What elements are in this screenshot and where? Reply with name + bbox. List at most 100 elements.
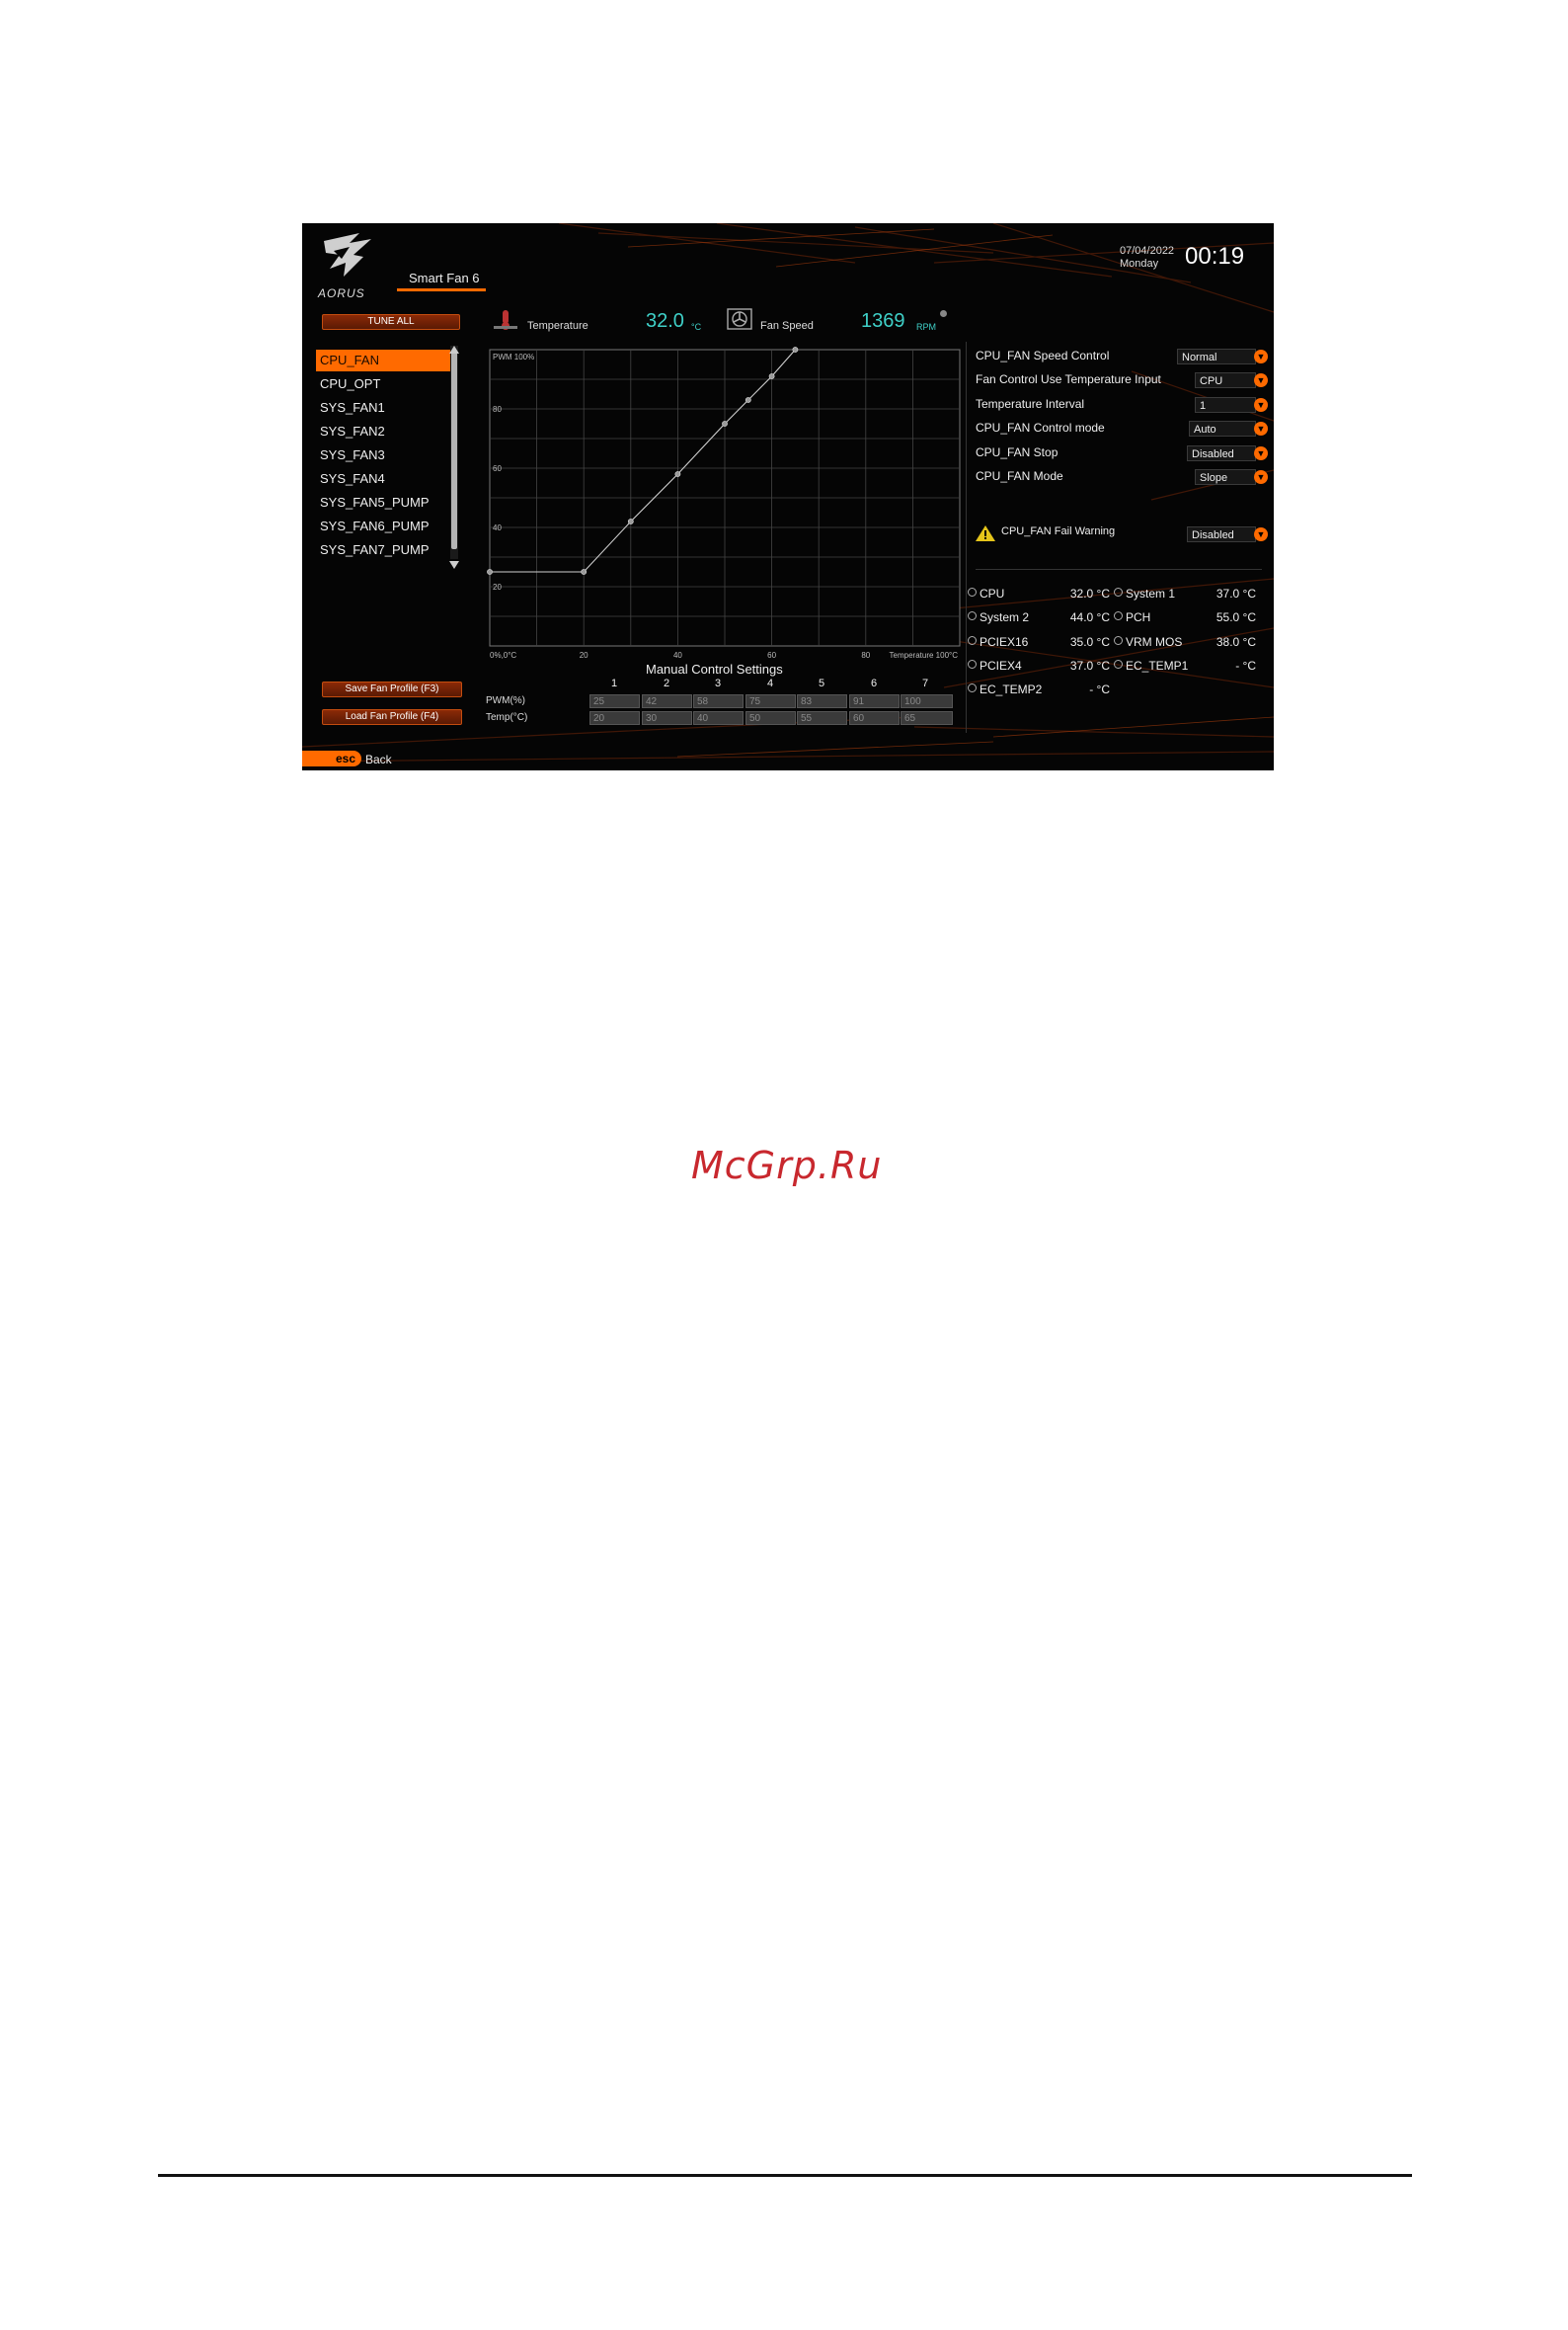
- pwm-cell-6[interactable]: 91: [849, 694, 900, 708]
- chevron-down-icon[interactable]: ▼: [1254, 398, 1268, 412]
- temp-row-label: Temp(°C): [486, 712, 528, 723]
- thermometer-icon: [1114, 611, 1123, 620]
- fan-mode-dropdown[interactable]: Slope: [1195, 469, 1256, 485]
- temperature-label: Temperature: [527, 320, 588, 332]
- fan-status-dot-icon: [940, 310, 947, 317]
- brand-wordmark: AORUS: [318, 286, 365, 300]
- col-header-3: 3: [714, 678, 722, 689]
- x-tick-label: Temperature 100°C: [890, 651, 959, 660]
- fan-item-sys-fan6-pump[interactable]: SYS_FAN6_PUMP: [316, 516, 458, 537]
- fan-curve-point[interactable]: [792, 347, 799, 353]
- chevron-down-icon[interactable]: ▼: [1254, 422, 1268, 436]
- thermometer-icon: [968, 588, 977, 597]
- x-tick-label: 60: [767, 651, 776, 660]
- fan-item-sys-fan3[interactable]: SYS_FAN3: [316, 444, 458, 466]
- chevron-down-icon[interactable]: ▼: [1254, 373, 1268, 387]
- temp-cell-4[interactable]: 50: [745, 711, 796, 725]
- thermometer-icon: [1114, 588, 1123, 597]
- temp-cell-5[interactable]: 55: [797, 711, 847, 725]
- sensor-name: EC_TEMP1: [1126, 659, 1189, 673]
- fan-item-sys-fan2[interactable]: SYS_FAN2: [316, 421, 458, 442]
- x-tick-label: 80: [861, 651, 870, 660]
- fan-curve-point[interactable]: [581, 569, 588, 575]
- fan-item-cpu-opt[interactable]: CPU_OPT: [316, 373, 458, 395]
- scroll-down-icon[interactable]: [449, 561, 459, 569]
- save-fan-profile-button[interactable]: Save Fan Profile (F3): [322, 682, 462, 697]
- pwm-cell-2[interactable]: 42: [642, 694, 692, 708]
- temp-cell-2[interactable]: 30: [642, 711, 692, 725]
- date-display: 07/04/2022 Monday: [1120, 245, 1174, 271]
- temperature-unit: °C: [691, 322, 702, 332]
- fan-list-scroll-thumb[interactable]: [451, 352, 457, 549]
- page-footer-line: [158, 2174, 1412, 2177]
- setting-fan-mode-label: CPU_FAN Mode: [976, 469, 1063, 483]
- fan-item-sys-fan4[interactable]: SYS_FAN4: [316, 468, 458, 490]
- temp-interval-dropdown[interactable]: 1: [1195, 397, 1256, 413]
- y-tick-label: PWM 100%: [493, 353, 534, 362]
- temp-cell-6[interactable]: 60: [849, 711, 900, 725]
- temp-cell-3[interactable]: 40: [693, 711, 744, 725]
- pwm-cell-4[interactable]: 75: [745, 694, 796, 708]
- setting-speed-control-label: CPU_FAN Speed Control: [976, 349, 1110, 362]
- chevron-down-icon[interactable]: ▼: [1254, 446, 1268, 460]
- esc-button[interactable]: esc: [302, 751, 361, 766]
- bios-screenshot: AORUS Smart Fan 6 07/04/2022 Monday 00:1…: [302, 223, 1274, 770]
- fan-curve-point[interactable]: [745, 397, 751, 403]
- chevron-down-icon[interactable]: ▼: [1254, 470, 1268, 484]
- back-label[interactable]: Back: [365, 753, 392, 766]
- fan-curve-chart[interactable]: 0%,0°C 20 40 60 80 Temperature 100°C 20 40 60 80 P…: [486, 346, 964, 660]
- fan-curve-point[interactable]: [627, 519, 634, 524]
- tune-all-button[interactable]: TUNE ALL: [322, 314, 460, 330]
- sensor-value: 37.0 °C: [1069, 659, 1110, 673]
- fan-item-sys-fan1[interactable]: SYS_FAN1: [316, 397, 458, 419]
- chart-grid: [489, 349, 961, 647]
- load-fan-profile-button[interactable]: Load Fan Profile (F4): [322, 709, 462, 725]
- chevron-down-icon[interactable]: ▼: [1254, 527, 1268, 541]
- col-header-7: 7: [921, 678, 929, 689]
- pwm-cell-1[interactable]: 25: [589, 694, 640, 708]
- pwm-cell-5[interactable]: 83: [797, 694, 847, 708]
- fan-item-cpu-fan[interactable]: CPU_FAN: [316, 350, 458, 371]
- chevron-down-icon[interactable]: ▼: [1254, 350, 1268, 363]
- x-tick-label: 0%,0°C: [490, 651, 516, 660]
- thermometer-icon: [968, 611, 977, 620]
- sensor-value: 32.0 °C: [1069, 587, 1110, 601]
- pwm-cell-7[interactable]: 100: [901, 694, 953, 708]
- fail-warning-dropdown[interactable]: Disabled: [1187, 526, 1256, 542]
- fan-item-sys-fan5-pump[interactable]: SYS_FAN5_PUMP: [316, 492, 458, 514]
- fan-stop-dropdown[interactable]: Disabled: [1187, 445, 1256, 461]
- setting-temp-interval-label: Temperature Interval: [976, 397, 1085, 411]
- fan-speed-value: 1369: [861, 310, 905, 332]
- sensor-value: 44.0 °C: [1069, 610, 1110, 624]
- thermometer-icon: [968, 636, 977, 645]
- fan-speed-label: Fan Speed: [760, 320, 814, 332]
- sensor-divider: [976, 569, 1262, 570]
- sensor-value: 37.0 °C: [1215, 587, 1256, 601]
- thermometer-icon: [1114, 660, 1123, 669]
- speed-control-dropdown[interactable]: Normal: [1177, 349, 1256, 364]
- temp-cell-7[interactable]: 65: [901, 711, 953, 725]
- sensor-name: PCIEX4: [980, 659, 1022, 673]
- fan-item-sys-fan7-pump[interactable]: SYS_FAN7_PUMP: [316, 539, 458, 561]
- sensor-name: EC_TEMP2: [980, 683, 1043, 696]
- date-text: 07/04/2022: [1120, 245, 1175, 257]
- fan-curve-point[interactable]: [674, 471, 681, 477]
- scroll-up-icon[interactable]: [449, 346, 459, 354]
- fan-curve-point[interactable]: [487, 569, 493, 575]
- temp-cell-1[interactable]: 20: [589, 711, 640, 725]
- page-title[interactable]: Smart Fan 6: [409, 271, 480, 285]
- tab-underline: [397, 288, 486, 291]
- pwm-cell-3[interactable]: 58: [693, 694, 744, 708]
- warning-icon: [976, 525, 995, 541]
- col-header-6: 6: [870, 678, 878, 689]
- fan-curve-point[interactable]: [722, 421, 728, 427]
- temp-input-dropdown[interactable]: CPU: [1195, 372, 1256, 388]
- control-mode-dropdown[interactable]: Auto: [1189, 421, 1256, 437]
- thermometer-icon: [968, 683, 977, 692]
- sensor-name: CPU: [980, 587, 1005, 601]
- clock: 00:19: [1185, 243, 1245, 270]
- col-header-2: 2: [663, 678, 670, 689]
- sensor-name: PCH: [1126, 610, 1151, 624]
- fan-curve-point[interactable]: [768, 373, 775, 379]
- y-tick-label: 60: [493, 464, 502, 473]
